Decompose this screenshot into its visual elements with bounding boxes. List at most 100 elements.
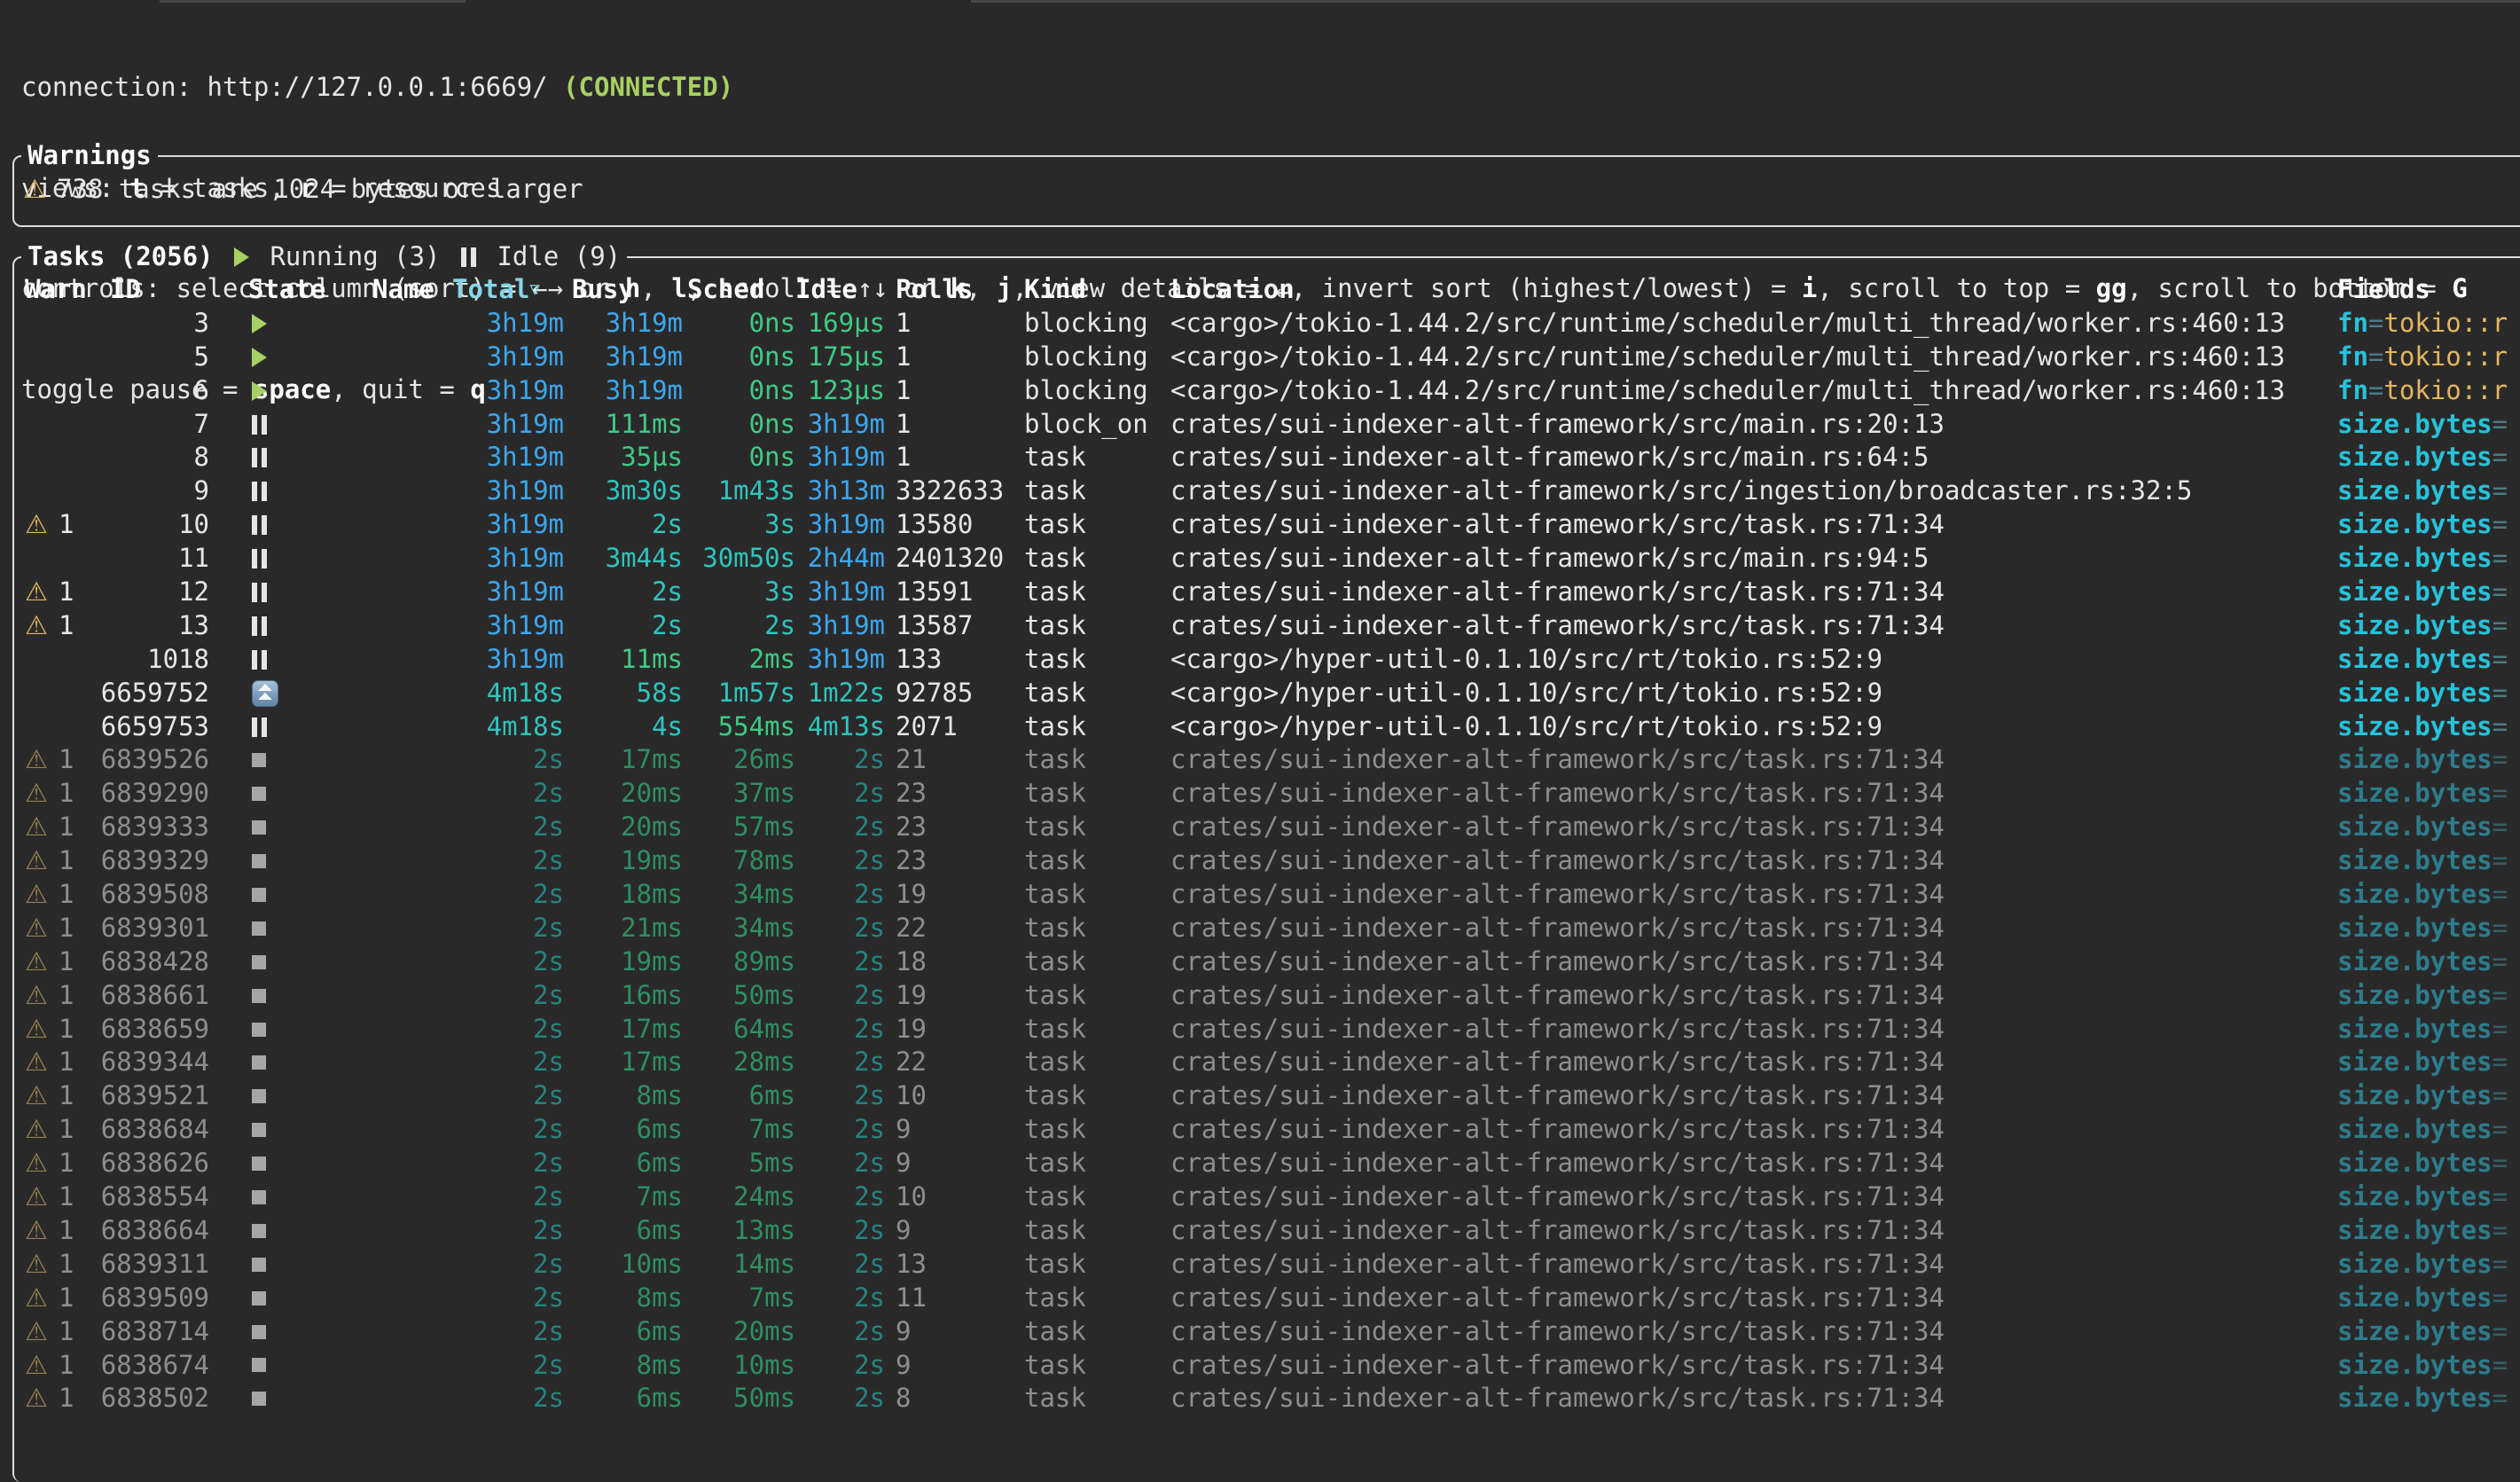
column-header-location[interactable]: Location [1170, 273, 2337, 307]
column-header-fields[interactable]: Fields [2337, 273, 2520, 307]
column-header-polls[interactable]: Polls [885, 273, 1024, 307]
duration-value: 2s [533, 879, 564, 909]
task-row[interactable]: ⚠168385022s6ms50ms2s8taskcrates/sui-inde… [21, 1382, 2520, 1415]
cell-sched: 1m43s [683, 474, 795, 508]
cell-kind: task [1024, 576, 1170, 609]
cell-total: 2s [452, 1282, 564, 1315]
idle-state-icon [252, 650, 267, 670]
column-header-state[interactable]: State [209, 273, 372, 307]
task-row[interactable]: ⚠168386842s6ms7ms2s9taskcrates/sui-index… [21, 1113, 2520, 1147]
task-row[interactable]: ⚠168392902s20ms37ms2s23taskcrates/sui-in… [21, 777, 2520, 811]
task-row[interactable]: ⚠168385542s7ms24ms2s10taskcrates/sui-ind… [21, 1180, 2520, 1214]
cell-total: 2s [452, 945, 564, 979]
window-edge-highlight [160, 0, 466, 3]
task-row[interactable]: ⚠168395212s8ms6ms2s10taskcrates/sui-inde… [21, 1079, 2520, 1113]
cell-state [209, 717, 372, 737]
task-row[interactable]: ⚠168386742s8ms10ms2s9taskcrates/sui-inde… [21, 1349, 2520, 1383]
task-row[interactable]: 66597524m18s58s1m57s1m22s92785task<cargo… [21, 677, 2520, 710]
duration-value: 2s [854, 1316, 885, 1346]
task-row[interactable]: 33h19m3h19m0ns169µs1blocking<cargo>/toki… [21, 307, 2520, 341]
cell-sched: 50ms [683, 1382, 795, 1415]
column-header-total[interactable]: Total▿ [452, 273, 564, 307]
cell-sched: 7ms [683, 1113, 795, 1147]
cell-fields: size.bytes= [2337, 408, 2520, 442]
task-row[interactable]: 63h19m3h19m0ns123µs1blocking<cargo>/toki… [21, 374, 2520, 408]
cell-busy: 19ms [564, 844, 683, 878]
warning-triangle-icon: ⚠ [25, 1080, 48, 1110]
cell-location: crates/sui-indexer-alt-framework/src/tas… [1170, 743, 2337, 777]
task-row[interactable]: ⚠168395082s18ms34ms2s19taskcrates/sui-in… [21, 878, 2520, 912]
duration-value: 19ms [621, 946, 683, 976]
duration-value: 3h19m [487, 409, 564, 439]
task-row[interactable]: 83h19m35µs0ns3h19m1taskcrates/sui-indexe… [21, 441, 2520, 474]
task-row[interactable]: 10183h19m11ms2ms3h19m133task<cargo>/hype… [21, 643, 2520, 677]
task-row[interactable]: ⚠168393442s17ms28ms2s22taskcrates/sui-in… [21, 1046, 2520, 1079]
cell-location: <cargo>/tokio-1.44.2/src/runtime/schedul… [1170, 374, 2337, 408]
cell-kind: block_on [1024, 408, 1170, 442]
column-header-name[interactable]: Name [372, 273, 452, 307]
cell-warn: ⚠1 [21, 1248, 99, 1282]
warning-triangle-icon: ⚠ [25, 610, 48, 640]
column-header-busy[interactable]: Busy [564, 273, 683, 307]
task-row[interactable]: ⚠1133h19m2s2s3h19m13587taskcrates/sui-in… [21, 609, 2520, 643]
cell-total: 4m18s [452, 677, 564, 710]
field-key: size.bytes [2337, 442, 2493, 472]
task-row[interactable]: ⚠168395092s8ms7ms2s11taskcrates/sui-inde… [21, 1282, 2520, 1315]
cell-busy: 6ms [564, 1315, 683, 1349]
cell-sched: 28ms [683, 1046, 795, 1079]
completed-state-icon [252, 1123, 266, 1137]
cell-sched: 20ms [683, 1315, 795, 1349]
duration-value: 2s [652, 509, 683, 539]
table-body: 33h19m3h19m0ns169µs1blocking<cargo>/toki… [21, 307, 2520, 1415]
cell-location: <cargo>/tokio-1.44.2/src/runtime/schedul… [1170, 307, 2337, 341]
task-row[interactable]: 66597534m18s4s554ms4m13s2071task<cargo>/… [21, 710, 2520, 744]
cell-state [209, 820, 372, 835]
task-row[interactable]: ⚠168386262s6ms5ms2s9taskcrates/sui-index… [21, 1147, 2520, 1180]
duration-value: 2s [533, 980, 564, 1010]
task-row[interactable]: ⚠168387142s6ms20ms2s9taskcrates/sui-inde… [21, 1315, 2520, 1349]
cell-idle: 2s [795, 979, 885, 1013]
field-equals: = [2493, 1047, 2508, 1077]
task-row[interactable]: 113h19m3m44s30m50s2h44m2401320taskcrates… [21, 542, 2520, 576]
cell-state [209, 1392, 372, 1406]
column-header-sched[interactable]: Sched [683, 273, 795, 307]
running-state-icon [252, 381, 267, 401]
duration-value: 6ms [637, 1114, 683, 1144]
completed-state-icon [252, 820, 266, 835]
cell-kind: task [1024, 743, 1170, 777]
completed-state-icon [252, 921, 266, 936]
duration-value: 3m30s [606, 475, 683, 506]
column-header-kind[interactable]: Kind [1024, 273, 1170, 307]
cell-polls: 19 [885, 979, 1024, 1013]
duration-value: 35µs [621, 442, 683, 472]
cell-id: 6838714 [99, 1315, 209, 1349]
cell-busy: 20ms [564, 777, 683, 811]
task-row[interactable]: ⚠168395262s17ms26ms2s21taskcrates/sui-in… [21, 743, 2520, 777]
task-row[interactable]: ⚠168386592s17ms64ms2s19taskcrates/sui-in… [21, 1013, 2520, 1047]
task-row[interactable]: ⚠168393332s20ms57ms2s23taskcrates/sui-in… [21, 811, 2520, 844]
task-row[interactable]: 73h19m111ms0ns3h19m1block_oncrates/sui-i… [21, 408, 2520, 442]
task-row[interactable]: 53h19m3h19m0ns175µs1blocking<cargo>/toki… [21, 341, 2520, 374]
column-header-idle[interactable]: Idle [795, 273, 885, 307]
cell-busy: 2s [564, 609, 683, 643]
column-header-id[interactable]: ID [99, 273, 209, 307]
task-row[interactable]: ⚠168386612s16ms50ms2s19taskcrates/sui-in… [21, 979, 2520, 1013]
task-row[interactable]: ⚠168384282s19ms89ms2s18taskcrates/sui-in… [21, 945, 2520, 979]
cell-total: 3h19m [452, 374, 564, 408]
task-row[interactable]: ⚠168386642s6ms13ms2s9taskcrates/sui-inde… [21, 1214, 2520, 1248]
duration-value: 4m13s [808, 711, 885, 741]
field-equals: = [2493, 845, 2508, 875]
cell-polls: 2071 [885, 710, 1024, 744]
task-row[interactable]: ⚠168393112s10ms14ms2s13taskcrates/sui-in… [21, 1248, 2520, 1282]
task-row[interactable]: ⚠1103h19m2s3s3h19m13580taskcrates/sui-in… [21, 508, 2520, 542]
duration-value: 28ms [733, 1047, 795, 1077]
task-row[interactable]: ⚠168393012s21ms34ms2s22taskcrates/sui-in… [21, 912, 2520, 945]
cell-kind: task [1024, 1248, 1170, 1282]
column-header-warn[interactable]: Warn [21, 273, 99, 307]
task-row[interactable]: ⚠1123h19m2s3s3h19m13591taskcrates/sui-in… [21, 576, 2520, 609]
cell-sched: 78ms [683, 844, 795, 878]
completed-state-icon [252, 1291, 266, 1306]
task-row[interactable]: ⚠168393292s19ms78ms2s23taskcrates/sui-in… [21, 844, 2520, 878]
idle-count-label: Idle (9) [481, 240, 621, 274]
task-row[interactable]: 93h19m3m30s1m43s3h13m3322633taskcrates/s… [21, 474, 2520, 508]
